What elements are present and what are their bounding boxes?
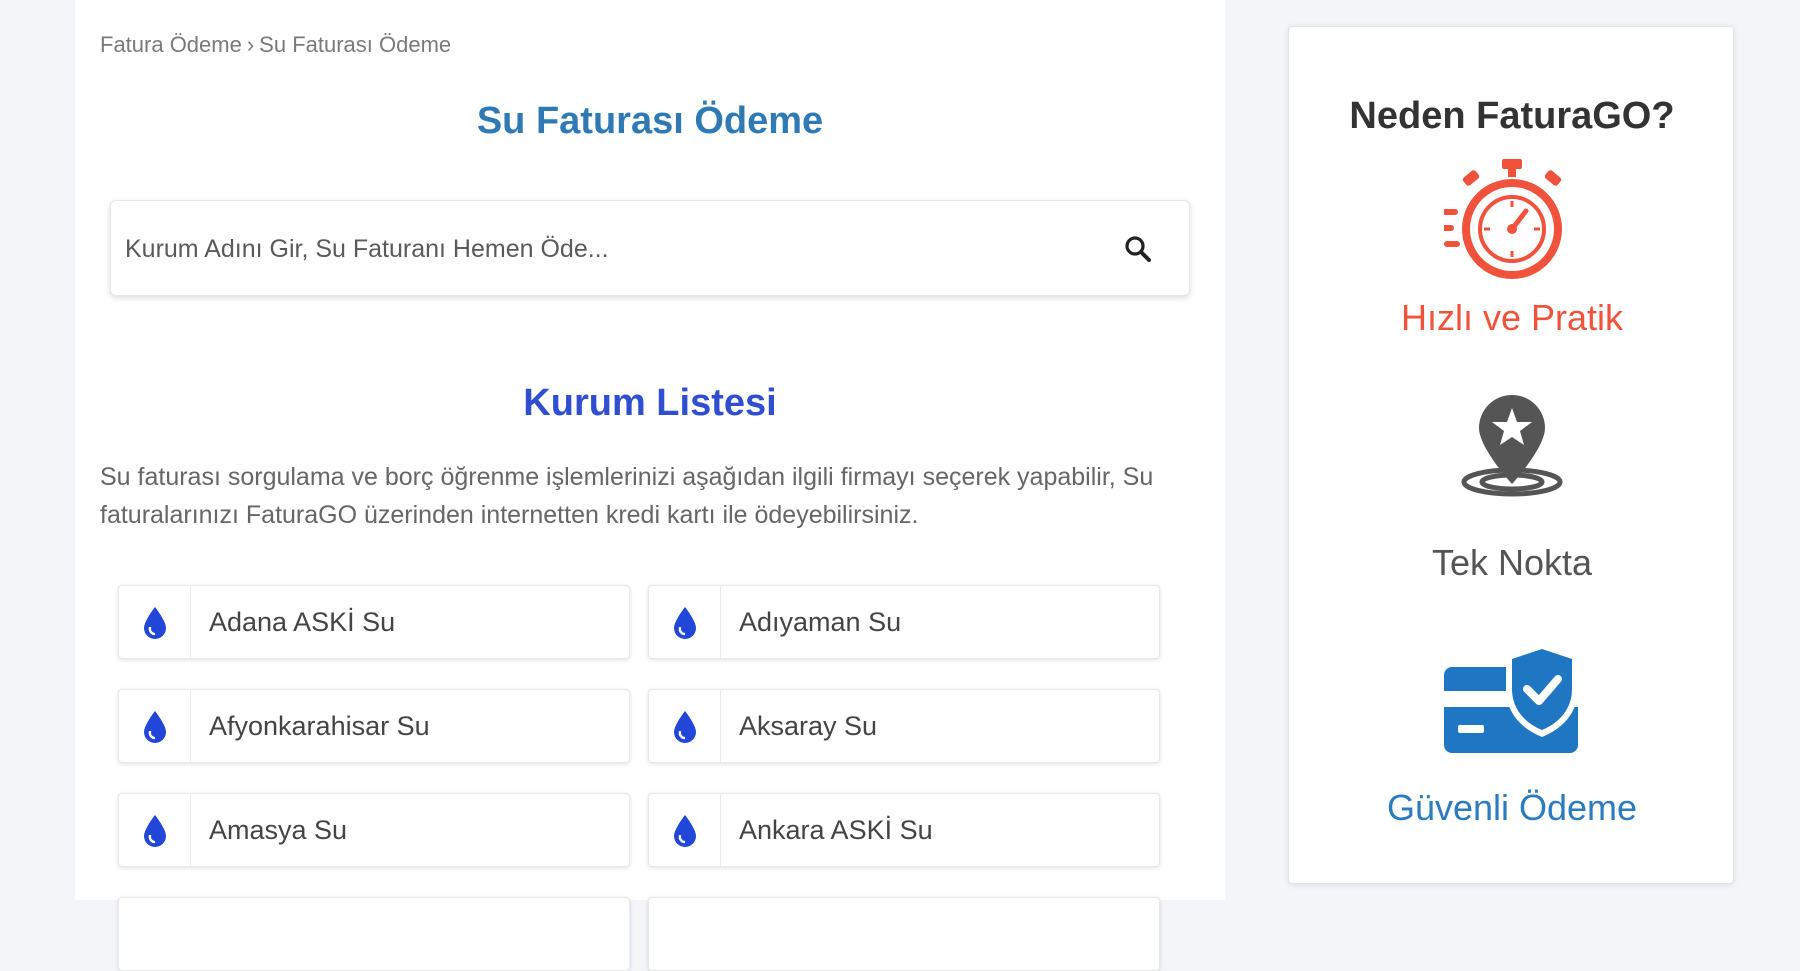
water-drop-icon [144, 711, 166, 743]
stopwatch-icon [1444, 159, 1562, 279]
breadcrumb-item-fatura-odeme[interactable]: Fatura Ödeme [100, 32, 242, 57]
feature-label-fast: Hızlı ve Pratik [1400, 297, 1624, 338]
water-drop-icon [144, 815, 166, 847]
feature-label-single-point: Tek Nokta [1431, 542, 1593, 583]
institution-list-description: Su faturası sorgulama ve borç öğrenme iş… [100, 463, 1154, 529]
institution-icon-cell [649, 794, 721, 866]
institution-item-aksaray-su[interactable]: Aksaray Su [648, 689, 1160, 763]
institution-label: Aksaray Su [739, 711, 878, 741]
institution-icon-cell [119, 794, 191, 866]
page-title: Su Faturası Ödeme [476, 100, 824, 142]
institution-label: Amasya Su [209, 815, 348, 845]
search-icon[interactable] [1123, 234, 1153, 264]
water-drop-icon [674, 607, 696, 639]
institution-item-adana-aski-su[interactable]: Adana ASKİ Su [118, 585, 630, 659]
breadcrumb-separator: › [246, 32, 255, 57]
secure-card-icon [1444, 643, 1578, 753]
institution-icon-cell [649, 586, 721, 658]
search-input[interactable] [125, 201, 1075, 297]
institution-icon-cell [119, 586, 191, 658]
institution-item-partial[interactable] [648, 897, 1160, 971]
search-box [110, 200, 1190, 297]
institution-item-afyonkarahisar-su[interactable]: Afyonkarahisar Su [118, 689, 630, 763]
institution-icon-cell [649, 690, 721, 762]
institution-label: Adana ASKİ Su [209, 607, 396, 637]
institution-item-ankara-aski-su[interactable]: Ankara ASKİ Su [648, 793, 1160, 867]
water-drop-icon [674, 815, 696, 847]
sidebar-title: Neden FaturaGO? [1349, 95, 1675, 137]
feature-label-secure-payment: Güvenli Ödeme [1386, 787, 1638, 828]
institution-item-adiyaman-su[interactable]: Adıyaman Su [648, 585, 1160, 659]
institution-label: Ankara ASKİ Su [739, 815, 933, 845]
institution-label: Adıyaman Su [739, 607, 902, 637]
water-drop-icon [144, 607, 166, 639]
institution-list-title: Kurum Listesi [523, 382, 777, 424]
why-faturago-card: Neden FaturaGO? Hızlı ve Pratik Tek Nokt… [1288, 26, 1734, 884]
institution-icon-cell [119, 690, 191, 762]
breadcrumb-item-su-faturasi-odeme[interactable]: Su Faturası Ödeme [259, 32, 451, 57]
water-drop-icon [674, 711, 696, 743]
institution-item-amasya-su[interactable]: Amasya Su [118, 793, 630, 867]
breadcrumb: Fatura Ödeme › Su Faturası Ödeme [100, 32, 451, 58]
institution-label: Afyonkarahisar Su [209, 711, 430, 741]
institution-item-partial[interactable] [118, 897, 630, 971]
location-star-icon [1461, 395, 1563, 497]
